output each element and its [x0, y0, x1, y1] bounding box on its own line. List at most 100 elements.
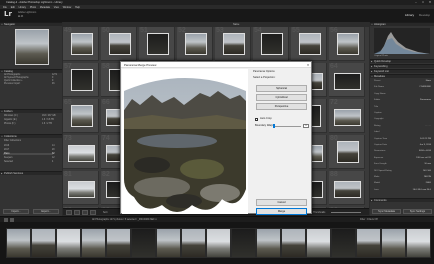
- metadata-row[interactable]: Label: [374, 131, 431, 133]
- metadata-header[interactable]: ▼ Metadata: [370, 74, 434, 78]
- photo-thumbnail[interactable]: [334, 181, 361, 198]
- filmstrip-thumbnail[interactable]: [6, 228, 31, 258]
- metadata-row[interactable]: Model D800: [374, 182, 431, 184]
- grid-cell[interactable]: 64: [329, 63, 365, 97]
- grid-cell[interactable]: 88: [329, 171, 365, 205]
- metadata-row[interactable]: Dimensions 6016 x 4016: [374, 150, 431, 152]
- grid-cell[interactable]: 51: [139, 27, 175, 61]
- spherical-button[interactable]: Spherical: [256, 85, 307, 92]
- metadata-row[interactable]: File Name 7-9469.NEF: [374, 86, 431, 88]
- filmstrip-thumbnail[interactable]: [406, 228, 431, 258]
- grid-cell[interactable]: 72: [329, 99, 365, 133]
- folders-header[interactable]: ▼ Folders: [0, 109, 62, 113]
- grid-cell[interactable]: 56: [329, 27, 365, 61]
- photo-thumbnail[interactable]: [68, 181, 95, 198]
- catalog-item-previous-import[interactable]: Previous Import 46: [4, 83, 55, 85]
- filmstrip-thumbnail[interactable]: [281, 228, 306, 258]
- cancel-button[interactable]: Cancel: [256, 199, 307, 206]
- filmstrip-thumbnail[interactable]: [56, 228, 81, 258]
- metadata-row[interactable]: Capture Time 1:01:21 PM: [374, 138, 431, 140]
- histogram-header[interactable]: ▼ Histogram: [370, 22, 434, 26]
- grid-cell[interactable]: 49: [63, 27, 99, 61]
- dialog-close-button[interactable]: ✕: [305, 62, 311, 68]
- metadata-row[interactable]: Make NIKON: [374, 176, 431, 178]
- boundary-warp-slider[interactable]: [273, 126, 301, 127]
- sync-metadata-button[interactable]: Sync Metadata: [372, 209, 401, 214]
- photo-thumbnail[interactable]: [334, 73, 361, 90]
- thumbnail-size-slider[interactable]: [331, 212, 361, 213]
- photo-thumbnail[interactable]: [299, 33, 321, 55]
- cylindrical-button[interactable]: Cylindrical: [256, 94, 307, 101]
- photo-thumbnail[interactable]: [223, 33, 245, 55]
- module-develop[interactable]: Develop: [419, 13, 430, 17]
- metadata-row[interactable]: Title: [374, 106, 431, 108]
- folder-volume-e[interactable]: Gigantic (E:) 1.6 / 3.6 TB: [4, 119, 54, 121]
- loupe-view-button[interactable]: [74, 210, 80, 215]
- grid-cell[interactable]: 57: [63, 63, 99, 97]
- grid-cell[interactable]: 50: [101, 27, 137, 61]
- filmstrip-thumbnail[interactable]: [181, 228, 206, 258]
- grid-cell[interactable]: 53: [215, 27, 251, 61]
- photo-thumbnail[interactable]: [109, 33, 131, 55]
- keywording-header[interactable]: ▶ Keywording: [370, 64, 434, 68]
- photo-thumbnail[interactable]: [337, 141, 359, 163]
- photo-thumbnail[interactable]: [261, 33, 283, 55]
- filter-collections-input[interactable]: Filter Collections: [4, 140, 21, 142]
- metadata-row[interactable]: Folder Panoramas: [374, 99, 431, 101]
- grid-view-button[interactable]: [66, 210, 72, 215]
- catalog-item-synced[interactable]: All Synced Photographs 0: [4, 77, 53, 79]
- filmstrip-thumbnail[interactable]: [256, 228, 281, 258]
- metadata-row[interactable]: Copy Name: [374, 93, 431, 95]
- grid-cell[interactable]: 73: [63, 135, 99, 169]
- collection-item[interactable]: 2016 14: [4, 145, 55, 147]
- metadata-row[interactable]: Capture Date Jun 9, 2016: [374, 144, 431, 146]
- collection-item[interactable]: Selected 4: [4, 161, 53, 163]
- boundary-warp-value[interactable]: 0: [303, 124, 309, 128]
- metadata-row[interactable]: Copyright: [374, 118, 431, 120]
- grid-cell[interactable]: 54: [253, 27, 289, 61]
- folder-volume-c[interactable]: Windows (C:) 163 / 237 GB: [4, 115, 56, 117]
- grid-cell[interactable]: 52: [177, 27, 213, 61]
- photo-thumbnail[interactable]: [147, 33, 169, 55]
- grid-cell[interactable]: 81: [63, 171, 99, 205]
- collection-item-selected[interactable]: Pano 32: [3, 153, 55, 155]
- metadata-row[interactable]: Lens 16.0-35.0 mm f/4.0: [374, 189, 431, 191]
- folder-volume-f[interactable]: Photos (F:) 1.6 / 2 TB: [4, 123, 52, 125]
- quick-develop-header[interactable]: ▶ Quick Develop: [370, 59, 434, 63]
- catalog-item-all-photographs[interactable]: All Photographs 1271: [4, 74, 57, 76]
- navigator-header[interactable]: ▼ Navigator: [0, 22, 62, 26]
- photo-thumbnail[interactable]: [68, 145, 95, 162]
- collections-header[interactable]: ▼ Collections: [0, 134, 62, 138]
- filmstrip-thumbnail[interactable]: [156, 228, 181, 258]
- catalog-item-quick-collection[interactable]: Quick Collection + 0: [4, 80, 53, 82]
- publish-services-header[interactable]: ▶ Publish Services: [0, 171, 62, 175]
- photo-thumbnail[interactable]: [334, 109, 361, 126]
- filmstrip-thumbnail[interactable]: [356, 228, 381, 258]
- filmstrip-thumbnail[interactable]: [231, 228, 256, 258]
- photo-thumbnail[interactable]: [71, 33, 93, 55]
- filmstrip-thumbnail[interactable]: [306, 228, 331, 258]
- grid-cell[interactable]: 55: [291, 27, 327, 61]
- merge-button[interactable]: Merge: [256, 208, 307, 215]
- metadata-row[interactable]: Preset None: [374, 80, 431, 82]
- compare-view-button[interactable]: [82, 210, 88, 215]
- filmstrip-thumbnail[interactable]: [106, 228, 131, 258]
- module-library[interactable]: Library: [405, 13, 414, 17]
- collection-item[interactable]: Keepers 12: [4, 157, 55, 159]
- photo-thumbnail[interactable]: [71, 105, 93, 127]
- grid-cell[interactable]: 65: [63, 99, 99, 133]
- sync-settings-button[interactable]: Sync Settings: [403, 209, 432, 214]
- filmstrip-thumbnail[interactable]: [381, 228, 406, 258]
- metadata-row[interactable]: ISO Speed Rating ISO 100: [374, 170, 431, 172]
- filmstrip-thumbnail[interactable]: [31, 228, 56, 258]
- metadata-row[interactable]: Rating · · · · ·: [374, 125, 431, 127]
- survey-view-button[interactable]: [90, 210, 96, 215]
- perspective-button[interactable]: Perspective: [256, 103, 307, 110]
- photo-thumbnail[interactable]: [337, 33, 359, 55]
- photo-thumbnail[interactable]: [185, 33, 207, 55]
- collection-item[interactable]: 2017 20: [4, 149, 55, 151]
- metadata-row[interactable]: Caption: [374, 112, 431, 114]
- import-button[interactable]: Import...: [3, 209, 29, 214]
- catalog-header[interactable]: ▼ Catalog: [0, 69, 62, 73]
- navigator-preview[interactable]: [15, 29, 49, 65]
